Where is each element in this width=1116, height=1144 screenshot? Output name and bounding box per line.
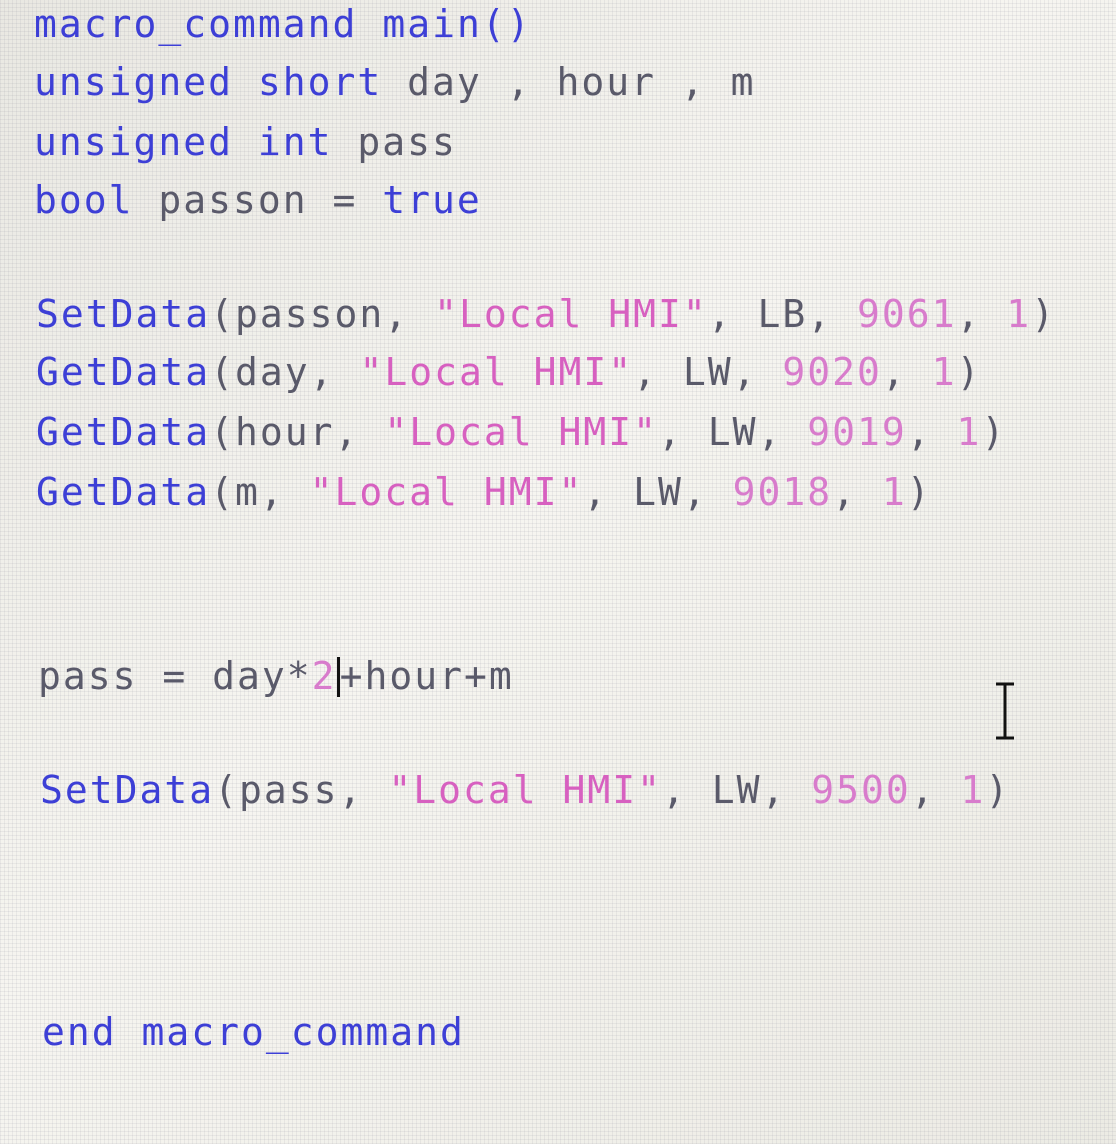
code-token: ) bbox=[981, 410, 1007, 454]
code-line[interactable]: bool passon = true bbox=[34, 178, 482, 222]
code-token: 1 bbox=[931, 350, 957, 394]
code-token: 9018 bbox=[732, 470, 833, 514]
code-token: , LW, bbox=[633, 350, 783, 394]
code-token: 9020 bbox=[782, 350, 882, 394]
code-token: unsigned short bbox=[34, 60, 383, 104]
code-token: "Local HMI" bbox=[384, 410, 658, 454]
macro-code-editor[interactable]: macro_command main() unsigned short day … bbox=[0, 0, 1116, 1144]
code-token: 1 bbox=[960, 768, 986, 812]
code-token: 9019 bbox=[807, 410, 907, 454]
code-line[interactable]: pass = day*2+hour+m bbox=[38, 654, 514, 698]
code-token: (m, bbox=[210, 470, 310, 514]
code-token: pass = day* bbox=[38, 654, 312, 698]
code-token: 1 bbox=[1006, 292, 1032, 336]
code-line[interactable]: GetData(day, "Local HMI", LW, 9020, 1) bbox=[36, 350, 981, 394]
code-token: , LW, bbox=[661, 768, 812, 812]
code-token: GetData bbox=[36, 470, 211, 514]
code-line[interactable]: macro_command main() bbox=[34, 2, 532, 46]
ibeam-cursor-icon bbox=[996, 682, 1014, 740]
code-token: , bbox=[956, 292, 1007, 336]
code-line[interactable]: SetData(passon, "Local HMI", LB, 9061, 1… bbox=[36, 292, 1056, 336]
code-token: 9500 bbox=[811, 768, 911, 812]
code-token: 9061 bbox=[857, 292, 957, 336]
code-token: GetData bbox=[36, 410, 211, 454]
code-token: "Local HMI" bbox=[434, 292, 708, 336]
code-token: (passon, bbox=[210, 292, 435, 336]
code-token: +hour+m bbox=[339, 654, 514, 698]
code-token: day , hour , m bbox=[382, 60, 756, 104]
code-token: ) bbox=[985, 768, 1011, 812]
code-line[interactable]: end macro_command bbox=[42, 1010, 465, 1054]
code-token: pass bbox=[332, 120, 457, 164]
code-token: ) bbox=[1031, 292, 1057, 336]
code-line[interactable]: unsigned short day , hour , m bbox=[34, 60, 755, 104]
code-token: , LB, bbox=[707, 292, 858, 336]
code-token: , bbox=[881, 350, 932, 394]
code-token: passon = bbox=[133, 178, 383, 222]
code-token: "Local HMI" bbox=[359, 350, 634, 394]
code-token: "Local HMI" bbox=[388, 768, 662, 812]
code-token: (pass, bbox=[214, 768, 389, 812]
code-token: , LW, bbox=[583, 470, 733, 514]
code-token: , LW, bbox=[657, 410, 808, 454]
code-token: 1 bbox=[881, 470, 907, 514]
code-token: , bbox=[832, 470, 882, 514]
code-line[interactable]: SetData(pass, "Local HMI", LW, 9500, 1) bbox=[40, 768, 1010, 812]
code-token: SetData bbox=[40, 768, 215, 812]
code-token: ) bbox=[906, 470, 932, 514]
code-line[interactable]: GetData(hour, "Local HMI", LW, 9019, 1) bbox=[36, 410, 1006, 454]
code-line[interactable]: GetData(m, "Local HMI", LW, 9018, 1) bbox=[36, 470, 932, 514]
code-token: macro_command bbox=[34, 2, 358, 46]
code-token: (hour, bbox=[210, 410, 385, 454]
code-token: end macro_command bbox=[42, 1010, 465, 1054]
code-token: "Local HMI" bbox=[309, 470, 584, 514]
code-token: SetData bbox=[36, 292, 211, 336]
code-token: unsigned int bbox=[34, 120, 333, 164]
code-token: true bbox=[382, 178, 482, 222]
code-token: GetData bbox=[36, 350, 211, 394]
code-token: ) bbox=[956, 350, 982, 394]
code-token: (day, bbox=[210, 350, 360, 394]
code-token: 1 bbox=[956, 410, 982, 454]
code-token: 2 bbox=[311, 654, 337, 698]
code-token: main() bbox=[382, 2, 532, 46]
code-token: , bbox=[910, 768, 961, 812]
code-line[interactable]: unsigned int pass bbox=[34, 120, 457, 164]
code-token: , bbox=[906, 410, 957, 454]
code-token: bool bbox=[34, 178, 134, 222]
